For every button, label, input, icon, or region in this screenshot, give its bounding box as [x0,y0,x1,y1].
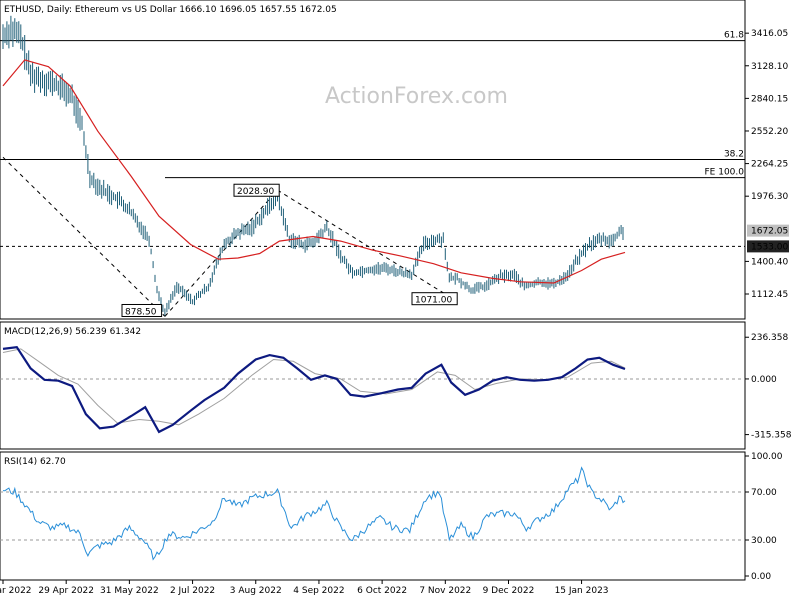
current-price-label: 1672.05 [751,227,788,237]
price-layer: 61.8 38.2 FE 100.0 2028.90 878.50 1071.00 [0,15,745,317]
rsi-line [2,466,626,561]
macd-layer [0,346,745,434]
watermark: ActionForex.com [325,84,508,109]
annotation-mid: 1071.00 [415,296,452,306]
price-tick-label: 2552.20 [751,127,788,137]
price-tick-label: 3128.10 [751,62,788,72]
price-tick-label: 1976.30 [751,192,788,202]
x-tick-label: 7 Nov 2022 [419,586,471,596]
price-tick-label: 2840.15 [751,94,788,104]
annotation-low: 878.50 [125,307,157,317]
rsi-tick-label: 100.00 [751,452,783,462]
macd-line [2,346,626,434]
price-tick-label: 2264.25 [751,160,788,170]
chart-title: ETHUSD, Daily: Ethereum vs US Dollar 166… [4,5,337,15]
macd-tick-label: 236.358 [751,333,788,343]
rsi-tick-label: 0.00 [751,572,771,582]
support-price-label: 1533.00 [751,242,788,252]
level-label-2: FE 100.0 [705,168,745,178]
axis-layer: 3416.05 3128.10 2840.15 2552.20 2264.25 1976.… [0,29,792,596]
macd-label: MACD(12,26,9) 56.239 61.342 [4,327,141,337]
x-tick-label: 31 May 2022 [100,586,159,596]
rsi-label: RSI(14) 62.70 [4,457,66,467]
trend-line-1 [2,156,166,317]
macd-tick-label: 0.000 [751,375,777,385]
x-tick-label: 28 Mar 2022 [0,586,32,596]
x-tick-label: 6 Oct 2022 [357,586,407,596]
price-tick-label: 1112.45 [751,290,788,300]
x-tick-label: 2 Jul 2022 [170,586,215,596]
macd-tick-label: -315.358 [751,431,792,441]
chart-canvas: ActionForex.com ETHUSD, Daily: Ethereum … [0,0,792,596]
x-tick-label: 3 Aug 2022 [230,586,282,596]
macd-panel-frame [0,321,746,450]
x-tick-label: 9 Dec 2022 [483,586,535,596]
annotation-high: 2028.90 [237,187,274,197]
x-tick-label: 15 Jan 2023 [555,586,609,596]
rsi-panel-frame [0,451,746,581]
macd-signal-line [2,348,626,426]
rsi-layer [0,466,745,561]
rsi-tick-label: 70.00 [751,488,777,498]
price-tick-label: 1400.40 [751,257,788,267]
level-label-0: 61.8 [724,31,744,41]
rsi-tick-label: 30.00 [751,536,777,546]
level-label-1: 38.2 [724,150,744,160]
price-bars [2,15,624,316]
price-tick-label: 3416.05 [751,29,788,39]
x-tick-label: 29 Apr 2022 [38,586,94,596]
x-tick-label: 4 Sep 2022 [293,586,344,596]
